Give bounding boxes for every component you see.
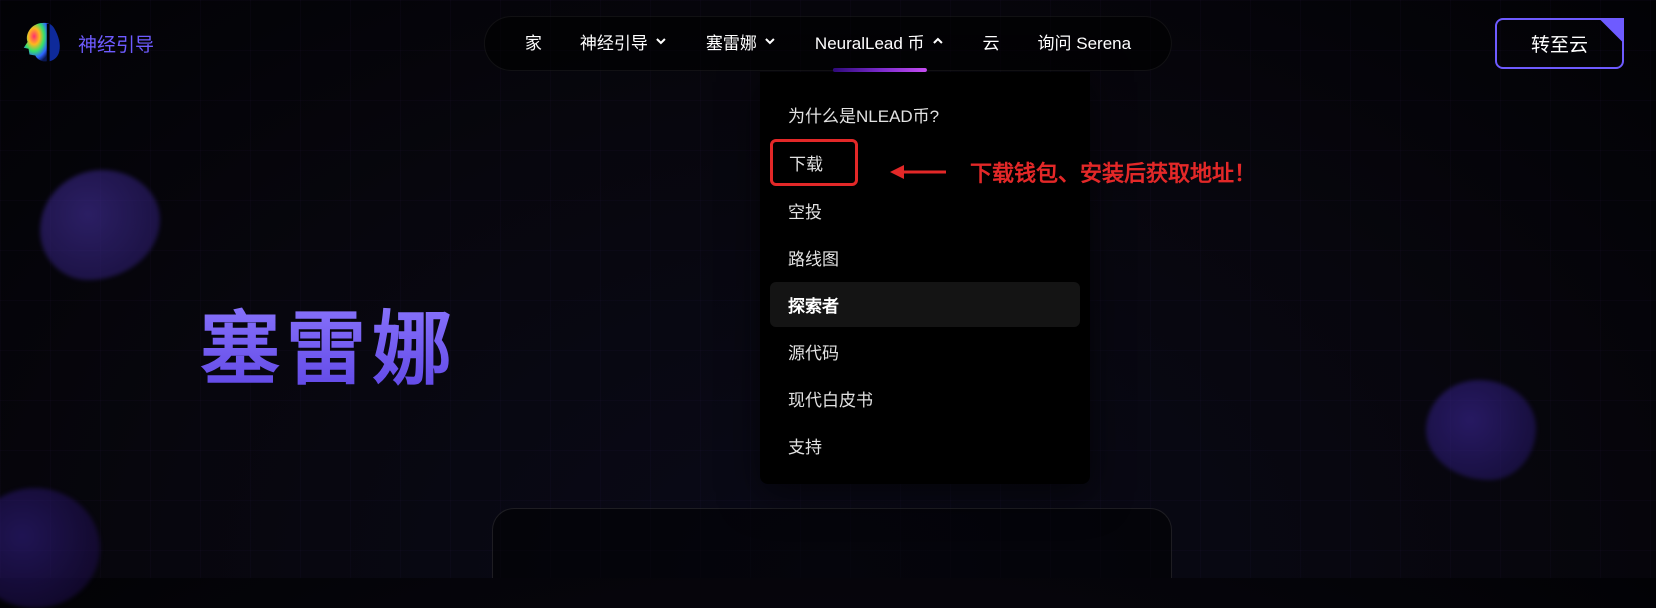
- chevron-down-icon: [763, 34, 777, 48]
- nav-home[interactable]: 家: [525, 29, 542, 58]
- header: 神经引导 家 神经引导 塞雷娜 NeuralLead 币 云 询问: [0, 0, 1656, 72]
- dropdown-item-why-nlead[interactable]: 为什么是NLEAD币?: [770, 92, 1080, 137]
- dropdown-item-explorer[interactable]: 探索者: [770, 282, 1080, 327]
- nav-label: 云: [983, 29, 1000, 54]
- dropdown-item-source-code[interactable]: 源代码: [770, 329, 1080, 374]
- dropdown-item-download[interactable]: 下载: [770, 139, 858, 186]
- dropdown-item-whitepaper[interactable]: 现代白皮书: [770, 376, 1080, 421]
- dropdown-item-roadmap[interactable]: 路线图: [770, 235, 1080, 280]
- nav-label: 神经引导: [580, 29, 648, 54]
- cta-corner-decoration: [1598, 18, 1624, 44]
- nav-label: 家: [525, 29, 542, 54]
- brain-icon: [18, 20, 64, 66]
- arrow-left-icon: [890, 152, 946, 191]
- nav-label: 询问 Serena: [1038, 29, 1132, 54]
- annotation-text: 下载钱包、安装后获取地址！: [970, 156, 1256, 188]
- bottom-panel: [492, 508, 1172, 578]
- nav-ask-serena[interactable]: 询问 Serena: [1038, 29, 1132, 58]
- chevron-down-icon: [654, 34, 668, 48]
- brand-name: 神经引导: [78, 30, 154, 57]
- neurallead-coin-dropdown: 为什么是NLEAD币? 下载 空投 路线图 探索者 源代码 现代白皮书 支持: [760, 72, 1090, 484]
- nav-neurallead-coin[interactable]: NeuralLead 币: [815, 29, 945, 58]
- cta-label: 转至云: [1531, 35, 1588, 56]
- nav-serena[interactable]: 塞雷娜: [706, 29, 777, 58]
- decorative-blob: [1426, 380, 1536, 480]
- main-nav: 家 神经引导 塞雷娜 NeuralLead 币 云 询问 Serena: [484, 16, 1172, 71]
- nav-cloud[interactable]: 云: [983, 29, 1000, 58]
- decorative-blob: [0, 488, 100, 608]
- nav-neural-guide[interactable]: 神经引导: [580, 29, 668, 58]
- dropdown-item-airdrop[interactable]: 空投: [770, 188, 1080, 233]
- nav-label: 塞雷娜: [706, 29, 757, 54]
- dropdown-item-support[interactable]: 支持: [770, 423, 1080, 468]
- annotation-callout: 下载钱包、安装后获取地址！: [890, 152, 1256, 191]
- go-to-cloud-button[interactable]: 转至云: [1495, 18, 1624, 69]
- brand[interactable]: 神经引导: [18, 20, 154, 66]
- hero-title: 塞雷娜: [200, 285, 458, 401]
- chevron-up-icon: [931, 34, 945, 48]
- nav-label: NeuralLead 币: [815, 29, 925, 54]
